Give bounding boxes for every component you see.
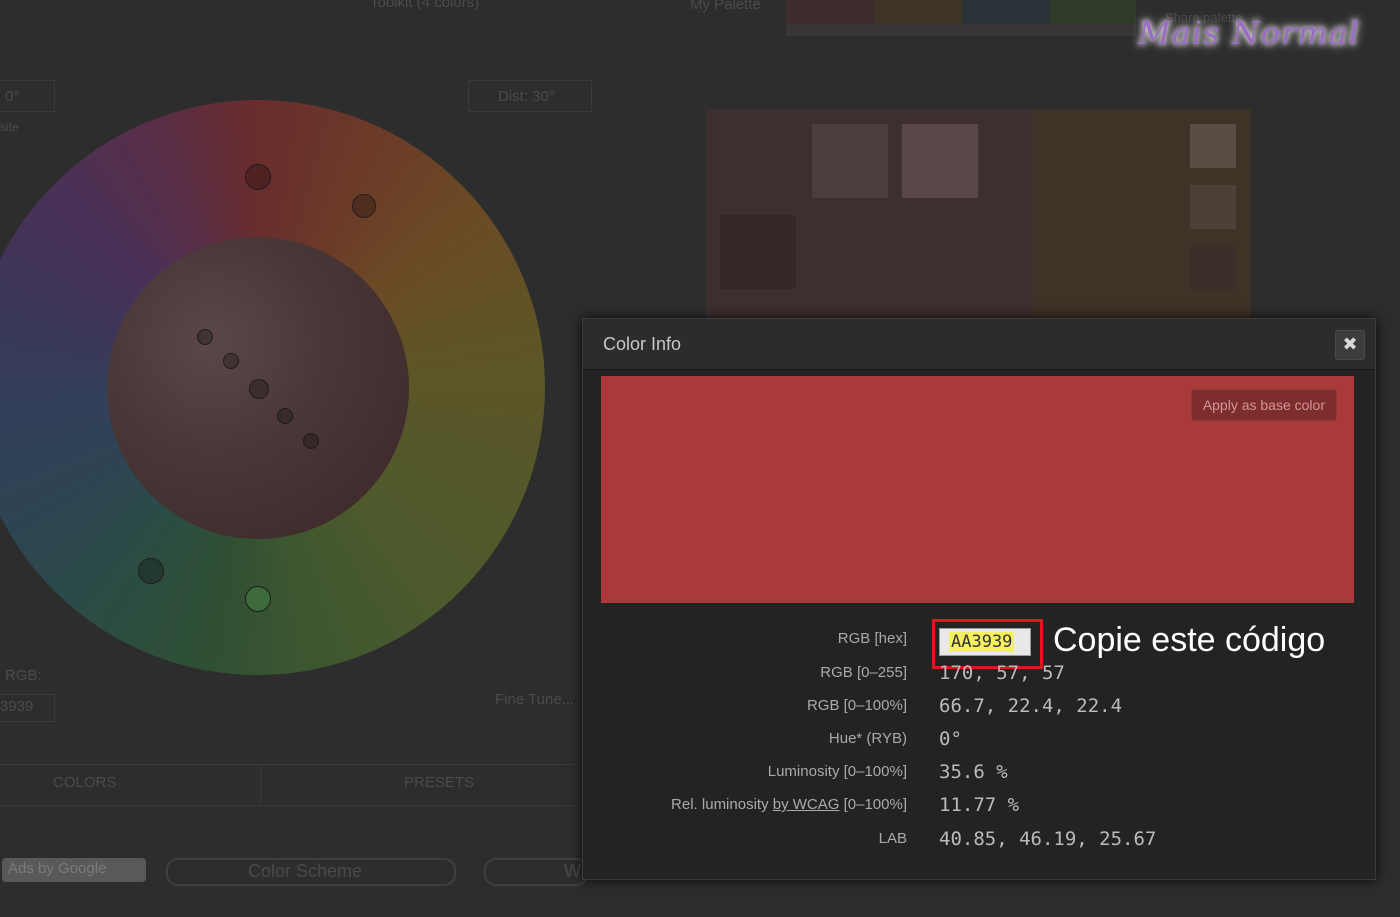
ads-label: Ads by Google: [8, 860, 107, 877]
info-row-hex: RGB [hex] AA3939 Copie este código: [583, 619, 1375, 669]
w-button[interactable]: W: [484, 858, 588, 886]
fine-tune-link[interactable]: Fine Tune...: [495, 691, 574, 708]
info-row-luminosity: Luminosity [0–100%] 35.6 %: [583, 757, 1375, 787]
w-label: W: [564, 861, 581, 881]
info-label: Rel. luminosity by WCAG [0–100%]: [671, 796, 907, 813]
dialog-title: Color Info: [603, 334, 682, 354]
info-row-rel-luminosity: Rel. luminosity by WCAG [0–100%] 11.77 %: [583, 790, 1375, 820]
wheel-handle[interactable]: [249, 379, 269, 399]
color-preview: Apply as base color: [601, 376, 1354, 603]
wcag-link[interactable]: by WCAG: [773, 796, 840, 813]
rgb-input-value: 3939: [0, 698, 34, 715]
palette-preview: [706, 109, 1251, 319]
wheel-handle[interactable]: [303, 433, 319, 449]
info-value: 40.85, 46.19, 25.67: [939, 828, 1157, 850]
color-scheme-label: Color Scheme: [248, 861, 363, 881]
wheel-handle[interactable]: [223, 353, 239, 369]
info-value: 35.6 %: [939, 761, 1008, 783]
apply-base-color-button[interactable]: Apply as base color: [1190, 389, 1337, 421]
wheel-handle[interactable]: [245, 164, 271, 190]
site-logo: Mais Normal: [1138, 14, 1360, 52]
wheel-handle[interactable]: [138, 558, 164, 584]
tab-presets[interactable]: PRESETS: [404, 774, 474, 791]
info-row-rgb100: RGB [0–100%] 66.7, 22.4, 22.4: [583, 691, 1375, 721]
wheel-handle[interactable]: [245, 586, 271, 612]
info-value: 0°: [939, 728, 962, 750]
wheel-handle[interactable]: [197, 329, 213, 345]
color-wheel[interactable]: [0, 100, 545, 675]
annotation-text: Copie este código: [1053, 621, 1326, 659]
color-scheme-button[interactable]: Color Scheme: [166, 858, 456, 886]
info-label: LAB: [878, 830, 907, 847]
info-row-hue: Hue* (RYB) 0°: [583, 724, 1375, 754]
info-label: RGB [hex]: [837, 630, 907, 647]
wheel-handle[interactable]: [352, 194, 376, 218]
rgb-label: RGB:: [5, 667, 42, 684]
info-label: Hue* (RYB): [828, 730, 907, 747]
close-icon[interactable]: ✖: [1335, 330, 1365, 360]
dialog-header: Color Info ✖: [583, 319, 1375, 370]
info-value: 11.77 %: [939, 794, 1020, 816]
color-info-dialog: Color Info ✖ Apply as base color RGB [he…: [582, 318, 1376, 880]
my-palette-label: My Palette: [690, 0, 761, 13]
palette-swatches[interactable]: [786, 0, 1136, 38]
info-value: 170, 57, 57: [939, 662, 1065, 684]
info-value: 66.7, 22.4, 22.4: [939, 695, 1123, 717]
info-label: RGB [0–100%]: [806, 697, 907, 714]
scheme-type-label: Toolkit (4 colors): [370, 0, 480, 11]
ads-by-google[interactable]: Ads by Google: [2, 858, 146, 882]
info-label: RGB [0–255]: [820, 664, 907, 681]
tab-colors[interactable]: COLORS: [53, 774, 116, 791]
info-label: Luminosity [0–100%]: [767, 763, 907, 780]
info-row-lab: LAB 40.85, 46.19, 25.67: [583, 824, 1375, 854]
wheel-handle[interactable]: [277, 408, 293, 424]
info-row-rgb255: RGB [0–255] 170, 57, 57: [583, 658, 1375, 688]
